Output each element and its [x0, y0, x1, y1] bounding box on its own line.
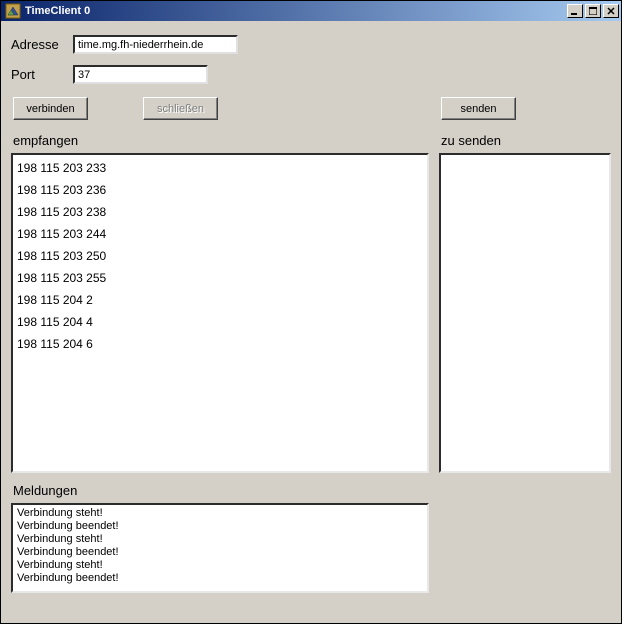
address-input[interactable]	[73, 35, 238, 54]
list-item[interactable]: 198 115 203 250	[17, 245, 423, 267]
close-button[interactable]	[603, 4, 619, 18]
client-area: Adresse Port verbinden schließen senden …	[1, 21, 621, 623]
list-item: Verbindung beendet!	[17, 520, 423, 533]
main-window: TimeClient 0 Adresse Port verbinden schl…	[0, 0, 622, 624]
received-list[interactable]: 198 115 203 233198 115 203 236198 115 20…	[11, 153, 429, 473]
to-send-list[interactable]	[439, 153, 611, 473]
list-item[interactable]: 198 115 203 233	[17, 157, 423, 179]
received-label: empfangen	[13, 133, 78, 148]
list-item[interactable]: 198 115 204 4	[17, 311, 423, 333]
send-button[interactable]: senden	[441, 97, 516, 120]
maximize-button[interactable]	[585, 4, 601, 18]
close-conn-button[interactable]: schließen	[143, 97, 218, 120]
list-item[interactable]: 198 115 204 6	[17, 333, 423, 355]
port-label: Port	[11, 67, 73, 82]
connect-button[interactable]: verbinden	[13, 97, 88, 120]
address-label: Adresse	[11, 37, 73, 52]
messages-label: Meldungen	[13, 483, 77, 498]
title-bar: TimeClient 0	[1, 1, 621, 21]
list-item[interactable]: 198 115 204 2	[17, 289, 423, 311]
minimize-button[interactable]	[567, 4, 583, 18]
messages-list[interactable]: Verbindung steht!Verbindung beendet!Verb…	[11, 503, 429, 593]
app-icon	[5, 3, 21, 19]
window-title: TimeClient 0	[25, 5, 565, 17]
list-item[interactable]: 198 115 203 236	[17, 179, 423, 201]
port-input[interactable]	[73, 65, 208, 84]
list-item: Verbindung beendet!	[17, 546, 423, 559]
list-item[interactable]: 198 115 203 238	[17, 201, 423, 223]
list-item[interactable]: 198 115 203 244	[17, 223, 423, 245]
list-item: Verbindung steht!	[17, 507, 423, 520]
list-item: Verbindung beendet!	[17, 572, 423, 585]
list-item: Verbindung steht!	[17, 533, 423, 546]
to-send-label: zu senden	[441, 133, 501, 148]
list-item[interactable]: 198 115 203 255	[17, 267, 423, 289]
list-item: Verbindung steht!	[17, 559, 423, 572]
